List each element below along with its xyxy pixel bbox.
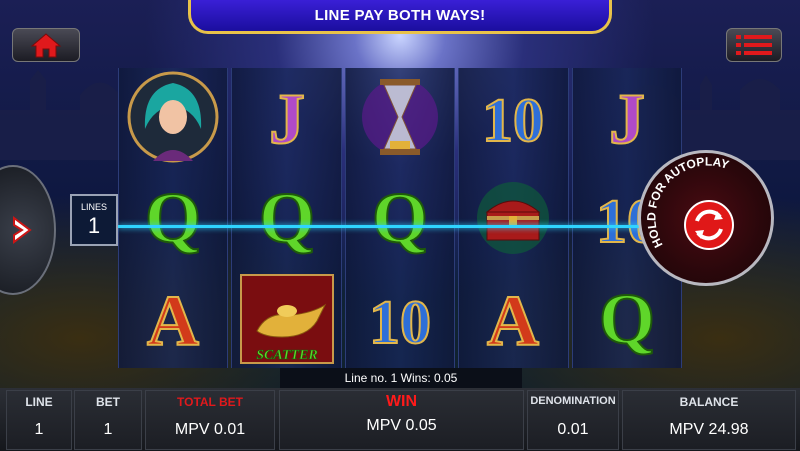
magic-lamp-icon: SCATTER [239,273,334,364]
symbol-j: J [573,68,681,167]
total-bet-label: TOTAL BET [177,395,243,409]
pay-rule-banner: LINE PAY BOTH WAYS! [188,0,612,34]
lines-label: LINES [80,202,107,212]
reel-4: 10 A [458,68,569,368]
symbol-woman-portrait [119,68,227,167]
reel-3: Q 10 [344,68,456,368]
home-button[interactable] [12,28,80,62]
line-panel[interactable]: LINE 1 [6,390,72,450]
menu-button[interactable] [726,28,782,62]
denomination-panel[interactable]: DENOMINATION 0.01 [527,390,619,450]
bet-value: 1 [103,421,113,438]
hourglass-icon [362,79,439,156]
svg-text:J: J [609,79,645,159]
svg-text:Q: Q [599,279,655,359]
chevron-right-icon [13,216,32,244]
balance-label: BALANCE [679,395,739,409]
status-text: Line no. 1 Wins: 0.05 [344,371,458,385]
symbol-treasure-chest [459,169,567,268]
ten-number-icon: 10 [481,86,545,156]
svg-text:Q: Q [372,178,428,258]
j-letter-icon: J [608,78,646,160]
symbol-j: J [232,68,340,167]
reel-1: Q A [118,68,229,368]
a-letter-icon: A [486,280,540,362]
symbol-q: Q [346,169,454,268]
q-letter-icon: Q [371,177,429,259]
reel-grid: Q A J Q SCATTER Q 10 10 A J 10 Q [118,68,683,368]
banner-text: LINE PAY BOTH WAYS! [314,7,486,24]
bet-label: BET [96,395,120,409]
win-label: WIN [385,393,418,410]
lines-value: 1 [87,213,101,238]
svg-text:10: 10 [369,289,431,357]
symbol-a: A [459,269,567,368]
q-letter-icon: Q [258,177,316,259]
ten-number-icon: 10 [368,288,432,358]
q-letter-icon: Q [144,177,202,259]
spin-refresh-icon [684,200,734,250]
svg-text:10: 10 [482,87,544,155]
line-label: LINE [25,395,53,409]
symbol-a: A [119,269,227,368]
symbol-q: Q [119,169,227,268]
spin-autoplay-button[interactable]: HOLD FOR AUTOPLAY [638,150,774,286]
svg-text:A: A [487,281,539,361]
win-panel: WIN MPV 0.05 [279,390,524,450]
a-letter-icon: A [146,280,200,362]
reel-2: J Q SCATTER [231,68,342,368]
win-value: MPV 0.05 [366,417,437,434]
denomination-label: DENOMINATION [530,395,616,407]
symbol-lamp-scatter: SCATTER [232,269,340,368]
j-letter-icon: J [268,78,306,160]
treasure-chest-icon [477,182,550,254]
svg-text:J: J [269,79,305,159]
winning-payline [118,225,682,228]
total-bet-panel: TOTAL BET MPV 0.01 [145,390,275,450]
balance-panel: BALANCE MPV 24.98 [622,390,796,450]
symbol-ten: 10 [459,68,567,167]
woman-portrait-icon [127,71,219,163]
bet-panel[interactable]: BET 1 [74,390,142,450]
symbol-ten: 10 [346,269,454,368]
symbol-q: Q [232,169,340,268]
home-icon [30,33,62,58]
symbol-hourglass [346,68,454,167]
svg-text:Q: Q [259,178,315,258]
lines-selector[interactable]: LINES 1 [70,194,118,246]
svg-text:SCATTER: SCATTER [256,348,317,363]
balance-value: MPV 24.98 [669,421,749,438]
svg-text:A: A [147,281,199,361]
svg-text:Q: Q [145,178,201,258]
total-bet-value: MPV 0.01 [174,421,246,438]
win-status-message: Line no. 1 Wins: 0.05 [280,368,522,388]
line-value: 1 [34,421,44,438]
denomination-value: 0.01 [557,421,589,438]
menu-list-icon [736,35,772,55]
